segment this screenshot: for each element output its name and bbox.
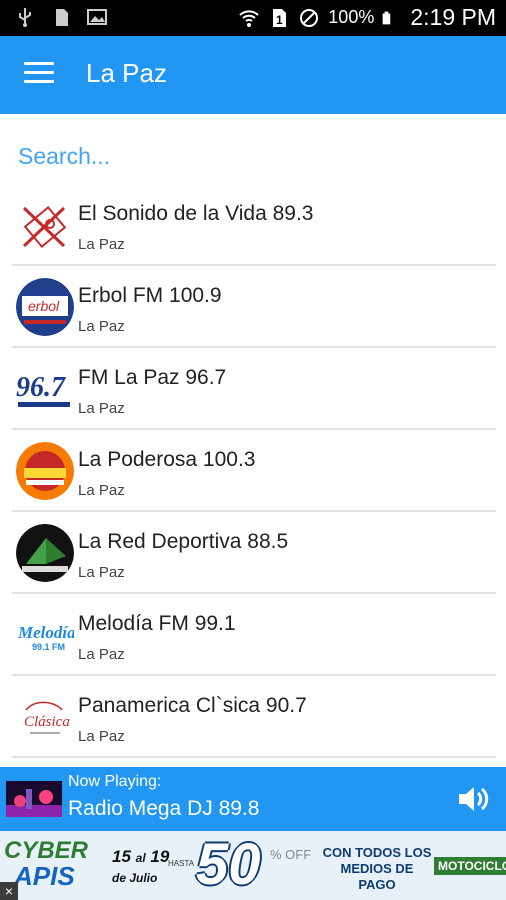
ad-dates: 15 al 19 de Julio [112, 847, 169, 887]
station-city: La Paz [78, 236, 125, 253]
ad-date-to: 19 [150, 847, 170, 866]
image-icon [87, 9, 107, 25]
station-logo: Clásica [16, 688, 74, 746]
station-row[interactable]: La Red Deportiva 88.5 La Paz [12, 512, 496, 594]
svg-text:erbol: erbol [28, 298, 60, 314]
svg-text:1: 1 [276, 13, 283, 27]
station-row[interactable]: Melodía 99.1 FM Melodía FM 99.1 La Paz [12, 594, 496, 676]
station-list: El Sonido de la Vida 89.3 La Paz erbol E… [12, 184, 496, 758]
usb-icon [19, 8, 31, 27]
ad-discount: 50 [196, 832, 261, 897]
app-bar: La Paz [0, 36, 506, 114]
station-row[interactable]: El Sonido de la Vida 89.3 La Paz [12, 184, 496, 266]
station-row[interactable]: erbol Erbol FM 100.9 La Paz [12, 266, 496, 348]
battery-icon [382, 11, 391, 24]
clock: 2:19 PM [410, 4, 496, 30]
search-input[interactable] [18, 140, 488, 172]
ad-month: de Julio [112, 871, 158, 885]
station-city: La Paz [78, 318, 125, 335]
svg-text:Melodía: Melodía [17, 623, 74, 642]
ad-off: % OFF [270, 847, 312, 862]
station-name: Erbol FM 100.9 [78, 284, 222, 307]
ad-hasta: HASTA [168, 859, 195, 868]
melodia-logo-icon: Melodía 99.1 FM [16, 606, 74, 664]
station-logo: erbol [16, 278, 74, 336]
station-logo [16, 196, 74, 254]
station-logo: Melodía 99.1 FM [16, 606, 74, 664]
hamburger-menu-icon[interactable] [24, 62, 54, 86]
wifi-icon [239, 9, 259, 27]
station-city: La Paz [78, 646, 125, 663]
station-name: El Sonido de la Vida 89.3 [78, 202, 314, 225]
page-title: La Paz [86, 58, 167, 88]
status-bar: 1 100% 2:19 PM [0, 0, 506, 36]
now-playing-title: Radio Mega DJ 89.8 [68, 797, 260, 820]
station-logo [16, 524, 74, 582]
do-not-disturb-icon [300, 8, 319, 27]
station-logo [16, 442, 74, 500]
station-row[interactable]: 96.7 FM La Paz 96.7 La Paz [12, 348, 496, 430]
clasica-logo-icon: Clásica [16, 688, 74, 746]
svg-text:Clásica: Clásica [24, 714, 70, 730]
status-left [14, 6, 108, 28]
station-name: La Red Deportiva 88.5 [78, 530, 289, 553]
svg-text:99.1 FM: 99.1 FM [32, 642, 65, 652]
fm-la-paz-logo-icon: 96.7 [16, 360, 74, 418]
sim-icon: 1 [273, 8, 287, 27]
station-city: La Paz [78, 400, 125, 417]
sonido-vida-logo-icon [16, 196, 74, 254]
ad-date-from: 15 [112, 847, 131, 866]
now-playing-bar[interactable]: Now Playing: Radio Mega DJ 89.8 [0, 767, 506, 831]
ad-brand-line2: APIS [14, 861, 75, 891]
station-name: Melodía FM 99.1 [78, 612, 236, 635]
ad-date-sep: al [135, 851, 146, 865]
station-row[interactable]: Clásica Panamerica Cl`sica 90.7 La Paz [12, 676, 496, 758]
station-name: Panamerica Cl`sica 90.7 [78, 694, 307, 717]
now-playing-label: Now Playing: [68, 773, 162, 790]
close-icon[interactable]: × [0, 882, 18, 900]
poderosa-logo-icon [16, 442, 74, 500]
station-city: La Paz [78, 482, 125, 499]
red-deportiva-logo-icon [16, 524, 74, 582]
status-right: 1 100% 2:19 PM [238, 4, 496, 31]
volume-icon[interactable] [456, 783, 490, 815]
station-row[interactable]: La Poderosa 100.3 La Paz [12, 430, 496, 512]
ad-medios: CON TODOS LOS MEDIOS DE PAGO [322, 845, 432, 892]
ad-banner[interactable]: CYBER APIS 15 al 19 de Julio HASTA 50 % … [0, 831, 506, 900]
now-playing-thumbnail [6, 781, 62, 817]
erbol-logo-icon: erbol [16, 278, 74, 336]
station-name: La Poderosa 100.3 [78, 448, 256, 471]
station-logo: 96.7 [16, 360, 74, 418]
station-city: La Paz [78, 728, 125, 745]
sd-card-icon [56, 9, 68, 26]
battery-percent: 100% [328, 7, 375, 27]
station-city: La Paz [78, 564, 125, 581]
svg-text:96.7: 96.7 [16, 372, 66, 403]
ad-partner: MOTOCICLO [434, 857, 506, 875]
station-name: FM La Paz 96.7 [78, 366, 227, 389]
